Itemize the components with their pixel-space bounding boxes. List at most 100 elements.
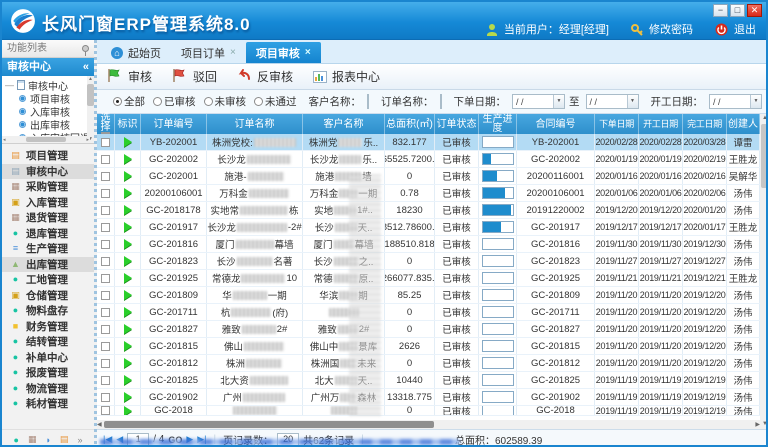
pin-icon[interactable] — [82, 45, 89, 52]
tab-起始页[interactable]: ⌂起始页 — [101, 42, 171, 63]
column-header-开工日期[interactable]: 开工日期 — [639, 114, 683, 134]
sidebar-item-工地管理[interactable]: ●工地管理 — [2, 272, 94, 288]
order-date-from-picker[interactable]: / /▼ — [512, 94, 565, 109]
row-checkbox[interactable] — [101, 274, 110, 283]
row-checkbox[interactable] — [101, 138, 110, 147]
row-checkbox[interactable] — [101, 393, 110, 402]
sidebar-item-入库管理[interactable]: ▣入库管理 — [2, 195, 94, 211]
leaf-icon[interactable]: ◗ — [45, 435, 50, 445]
column-header-创建人[interactable]: 创建人 — [727, 114, 760, 134]
tree-root-audit-center[interactable]: — 审核中心 — [5, 78, 86, 92]
tab-项目订单[interactable]: 项目订单× — [171, 42, 246, 63]
table-row[interactable]: GC-201809华一期华滨期85.25已审核GC-2018092019/11/… — [97, 287, 760, 304]
scroll-thumb[interactable] — [761, 124, 768, 188]
scroll-thumb[interactable] — [26, 137, 66, 142]
start-date-picker[interactable]: / /▼ — [709, 94, 762, 109]
toolbar-反审核-button[interactable]: 反审核 — [237, 68, 293, 85]
sidebar-item-退库管理[interactable]: ●退库管理 — [2, 226, 94, 242]
chevron-down-icon[interactable]: ▼ — [553, 95, 564, 108]
radio-icon[interactable] — [204, 97, 213, 106]
close-button[interactable]: ✕ — [747, 4, 762, 17]
sidebar-item-出库管理[interactable]: ▲出库管理 — [2, 257, 94, 273]
table-row[interactable]: GC-201812株洲株洲国未来0已审核GC-2018122019/11/202… — [97, 355, 760, 372]
column-header-合同编号[interactable]: 合同编号 — [517, 114, 595, 134]
column-header-生产进度[interactable]: 生产进度 — [479, 114, 517, 134]
row-checkbox[interactable] — [101, 308, 110, 317]
table-row[interactable]: GC-201827雅致2#雅致2#0已审核GC-2018272019/11/20… — [97, 321, 760, 338]
scroll-thumb[interactable] — [87, 84, 94, 106]
table-row[interactable]: GC-201917长沙龙-2#长沙天..8512.78600..已审核GC-20… — [97, 219, 760, 236]
maximize-button[interactable]: □ — [730, 4, 745, 17]
row-checkbox[interactable] — [101, 172, 110, 181]
radio-全部[interactable]: 全部 — [105, 94, 145, 109]
doc-orange-icon[interactable]: ▤ — [60, 434, 69, 445]
column-header-总面积(㎡)[interactable]: 总面积(㎡) — [385, 114, 435, 134]
sidebar-group-bar[interactable]: 审核中心 « — [2, 58, 94, 76]
more-icon[interactable]: » — [77, 435, 82, 445]
column-header-选择[interactable]: 选择 — [97, 114, 115, 134]
table-row[interactable]: GC-2018178实地常栋实地1#..18230已审核201912200022… — [97, 202, 760, 219]
table-row[interactable]: YB-202001株洲党校:株洲党乐..832.177已审核YB-2020012… — [97, 134, 760, 151]
tree-collapse-icon[interactable]: — — [5, 80, 14, 90]
order-name-input[interactable] — [440, 94, 442, 109]
sidebar-item-物料盘存[interactable]: ●物料盘存 — [2, 303, 94, 319]
column-header-订单名称[interactable]: 订单名称 — [207, 114, 303, 134]
scroll-up-icon[interactable]: ▲ — [87, 76, 94, 83]
sidebar-item-仓储管理[interactable]: ▣仓储管理 — [2, 288, 94, 304]
row-checkbox[interactable] — [101, 155, 110, 164]
row-checkbox[interactable] — [101, 342, 110, 351]
radio-icon[interactable] — [153, 97, 162, 106]
toolbar-报表中心-button[interactable]: 报表中心 — [313, 68, 380, 85]
logout-button[interactable]: 退出 — [734, 21, 756, 37]
table-row[interactable]: GC-201815佛山佛山中景库2626已审核GC-2018152019/11/… — [97, 338, 760, 355]
sidebar-item-采购管理[interactable]: ▦采购管理 — [2, 179, 94, 195]
scroll-left-icon[interactable]: ◀ — [97, 421, 102, 428]
column-header-订单状态[interactable]: 订单状态 — [435, 114, 479, 134]
row-checkbox[interactable] — [101, 325, 110, 334]
row-checkbox[interactable] — [101, 359, 110, 368]
radio-icon[interactable] — [113, 97, 122, 106]
cart-icon[interactable]: ▦ — [28, 434, 37, 445]
row-checkbox[interactable] — [101, 291, 110, 300]
chevron-down-icon[interactable]: ▼ — [750, 95, 761, 108]
table-row[interactable]: GC-202002长沙龙长沙龙乐..65525.7200..已审核GC-2020… — [97, 151, 760, 168]
scroll-left-icon[interactable]: ◂ — [3, 137, 6, 143]
table-row[interactable]: 20200106001万科金万科金一期0.78已审核20200106001202… — [97, 185, 760, 202]
order-date-to-picker[interactable]: / /▼ — [586, 94, 639, 109]
sidebar-item-耗材管理[interactable]: ●耗材管理 — [2, 396, 94, 412]
change-password-button[interactable]: 修改密码 — [649, 21, 693, 37]
close-tab-icon[interactable]: × — [305, 47, 311, 58]
radio-已审核[interactable]: 已审核 — [145, 94, 196, 109]
tab-项目审核[interactable]: 项目审核× — [246, 42, 321, 63]
sidebar-item-财务管理[interactable]: ■财务管理 — [2, 319, 94, 335]
horizontal-scrollbar[interactable]: ◀ ▶ — [97, 420, 760, 429]
row-checkbox[interactable] — [101, 240, 110, 249]
row-checkbox[interactable] — [101, 257, 110, 266]
table-row[interactable]: GC-201711杭(府)0已审核GC-2017112019/11/202019… — [97, 304, 760, 321]
row-checkbox[interactable] — [101, 189, 110, 198]
toolbar-驳回-button[interactable]: 驳回 — [172, 68, 217, 86]
vertical-scrollbar[interactable]: ▲ ▼ — [760, 114, 768, 429]
row-checkbox[interactable] — [101, 406, 110, 415]
sidebar-item-物流管理[interactable]: ●物流管理 — [2, 381, 94, 397]
row-checkbox[interactable] — [101, 376, 110, 385]
column-header-标识[interactable]: 标识 — [115, 114, 141, 134]
sidebar-item-报废管理[interactable]: ●报废管理 — [2, 365, 94, 381]
row-checkbox[interactable] — [101, 206, 110, 215]
table-row[interactable]: GC-20180已审核GC-20182019/11/192019/11/1920… — [97, 406, 760, 416]
column-header-客户名称[interactable]: 客户名称 — [303, 114, 385, 134]
minimize-button[interactable]: − — [713, 4, 728, 17]
table-row[interactable]: GC-201902广州广州万森林13318.775已审核GC-201902201… — [97, 389, 760, 406]
sidebar-item-审核中心[interactable]: ▤审核中心 — [2, 164, 94, 180]
sidebar-item-项目管理[interactable]: ▤项目管理 — [2, 148, 94, 164]
sidebar-item-退货管理[interactable]: ▦退货管理 — [2, 210, 94, 226]
scroll-right-icon[interactable]: ▸ — [86, 137, 89, 143]
table-row[interactable]: GC-201825北大资北大天..10440已审核GC-2018252019/1… — [97, 372, 760, 389]
toolbar-审核-button[interactable]: 审核 — [107, 68, 152, 86]
tree-horizontal-scrollbar[interactable]: ◂ ▸ — [2, 136, 90, 143]
radio-未审核[interactable]: 未审核 — [196, 94, 247, 109]
radio-未通过[interactable]: 未通过 — [246, 94, 297, 109]
table-row[interactable]: GC-201925常德龙10常德原..266077.835..已审核GC-201… — [97, 270, 760, 287]
tree-vertical-scrollbar[interactable]: ▲ ▼ — [87, 76, 94, 143]
table-row[interactable]: GC-201823长沙名著长沙之..0已审核GC-2018232019/11/2… — [97, 253, 760, 270]
